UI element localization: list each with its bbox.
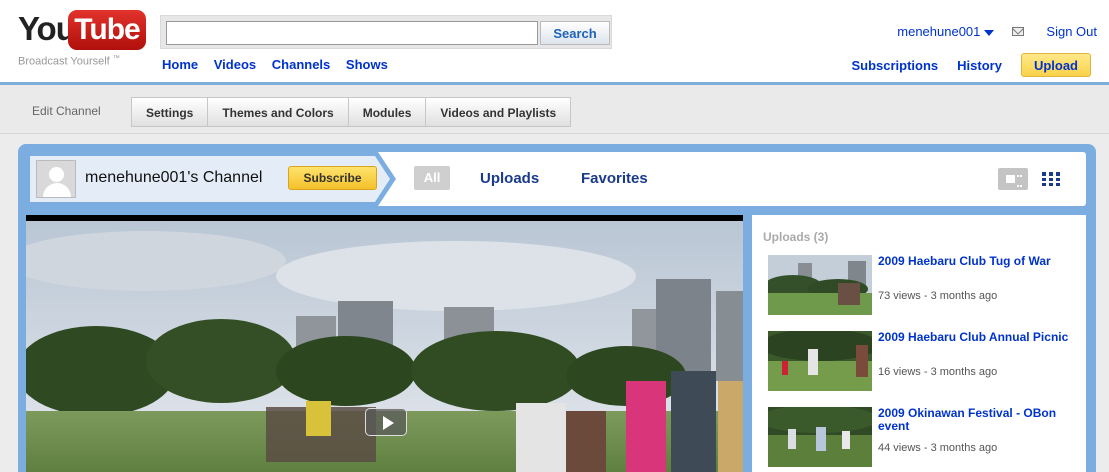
video-thumbnail[interactable] xyxy=(768,255,872,315)
player-view-icon[interactable] xyxy=(998,168,1028,190)
video-title[interactable]: 2009 Haebaru Club Tug of War xyxy=(878,255,1078,268)
video-title[interactable]: 2009 Okinawan Festival - OBon event xyxy=(878,407,1078,433)
tab-modules[interactable]: Modules xyxy=(347,97,426,127)
masthead: You Tube Broadcast Yourself ™ Search Hom… xyxy=(0,0,1109,82)
username: menehune001 xyxy=(897,24,981,39)
main-nav: Home Videos Channels Shows xyxy=(162,57,400,72)
caret-down-icon xyxy=(984,29,995,36)
search-button[interactable]: Search xyxy=(540,21,610,45)
upload-button[interactable]: Upload xyxy=(1020,53,1091,77)
list-item[interactable]: 2009 Haebaru Club Annual Picnic 16 views… xyxy=(768,331,1078,393)
search-bar: Search xyxy=(160,15,612,49)
user-nav: Subscriptions History Upload xyxy=(851,53,1091,77)
trademark: ™ xyxy=(112,55,120,62)
video-meta: 16 views - 3 months ago xyxy=(878,366,998,378)
grid-view-icon[interactable] xyxy=(1042,172,1060,186)
uploads-heading: Uploads (3) xyxy=(763,230,829,244)
tab-settings[interactable]: Settings xyxy=(131,97,208,127)
logo-you-text: You xyxy=(18,10,76,47)
history-link[interactable]: History xyxy=(957,58,1002,73)
video-thumbnail[interactable] xyxy=(768,407,872,467)
nav-home[interactable]: Home xyxy=(162,57,198,72)
nav-shows[interactable]: Shows xyxy=(346,57,388,72)
tab-all[interactable]: All xyxy=(414,166,450,190)
video-meta: 44 views - 3 months ago xyxy=(878,442,998,454)
sign-out-link[interactable]: Sign Out xyxy=(1046,24,1097,39)
edit-channel-label: Edit Channel xyxy=(32,104,101,118)
nav-channels[interactable]: Channels xyxy=(272,57,331,72)
nav-videos[interactable]: Videos xyxy=(214,57,256,72)
mail-icon[interactable] xyxy=(1012,27,1025,36)
tagline: Broadcast Yourself ™ xyxy=(18,55,120,68)
avatar[interactable] xyxy=(36,160,76,198)
tab-videos-and-playlists[interactable]: Videos and Playlists xyxy=(425,97,572,127)
logo-tube-text: Tube xyxy=(68,10,146,50)
tagline-text: Broadcast Yourself xyxy=(18,55,110,68)
view-toggle xyxy=(998,168,1060,190)
subscribe-button[interactable]: Subscribe xyxy=(288,166,377,190)
edit-channel-bar: Edit Channel Settings Themes and Colors … xyxy=(0,82,1109,134)
video-meta: 73 views - 3 months ago xyxy=(878,290,998,302)
list-item[interactable]: 2009 Okinawan Festival - OBon event 44 v… xyxy=(768,407,1078,469)
edit-tabs: Settings Themes and Colors Modules Video… xyxy=(131,97,572,127)
tab-favorites[interactable]: Favorites xyxy=(581,170,648,187)
video-thumbnail[interactable] xyxy=(768,331,872,391)
tab-themes-and-colors[interactable]: Themes and Colors xyxy=(207,97,348,127)
username-menu[interactable]: menehune001 xyxy=(897,24,995,39)
tab-uploads[interactable]: Uploads xyxy=(480,170,539,187)
video-title[interactable]: 2009 Haebaru Club Annual Picnic xyxy=(878,331,1078,344)
play-button[interactable] xyxy=(365,408,407,436)
list-item[interactable]: 2009 Haebaru Club Tug of War 73 views - … xyxy=(768,255,1078,317)
subscriptions-link[interactable]: Subscriptions xyxy=(851,58,938,73)
search-input[interactable] xyxy=(166,21,538,45)
channel-title: menehune001's Channel xyxy=(85,169,263,186)
user-area: menehune001 Sign Out xyxy=(897,24,1097,39)
